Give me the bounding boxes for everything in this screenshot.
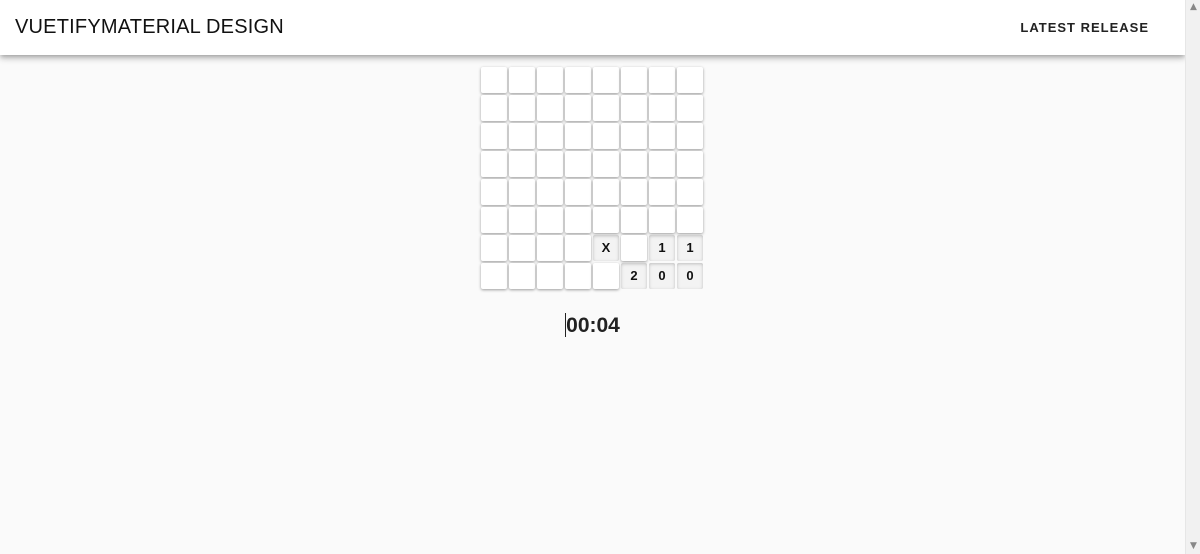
board-cell[interactable] <box>621 235 647 261</box>
board-cell[interactable] <box>565 123 591 149</box>
board-cell[interactable] <box>481 263 507 289</box>
board-cell[interactable] <box>621 207 647 233</box>
board-cell[interactable] <box>509 151 535 177</box>
board-cell[interactable] <box>509 95 535 121</box>
game-timer: 00:04 <box>0 313 1185 339</box>
board-cell[interactable] <box>677 179 703 205</box>
board-cell[interactable] <box>677 67 703 93</box>
board-cell[interactable] <box>481 235 507 261</box>
board-cell[interactable] <box>481 179 507 205</box>
board-cell[interactable] <box>537 179 563 205</box>
board-cell[interactable] <box>621 151 647 177</box>
board-cell[interactable] <box>621 67 647 93</box>
brand-title: VUETIFYMATERIAL DESIGN <box>15 15 284 39</box>
board-cell[interactable] <box>649 207 675 233</box>
board-cell[interactable] <box>565 67 591 93</box>
board-cell[interactable]: 1 <box>677 235 703 261</box>
board-cell[interactable] <box>509 207 535 233</box>
board-cell[interactable] <box>509 235 535 261</box>
board-cell[interactable] <box>649 151 675 177</box>
chevron-down-icon[interactable]: ▼ <box>1186 539 1200 554</box>
board-cell[interactable] <box>593 263 619 289</box>
board-cell[interactable] <box>509 263 535 289</box>
board-cell[interactable] <box>565 95 591 121</box>
board-cell[interactable] <box>565 151 591 177</box>
board-cell[interactable] <box>537 151 563 177</box>
board-cell[interactable] <box>537 123 563 149</box>
board-cell[interactable] <box>593 207 619 233</box>
timer-value: 00:04 <box>566 314 620 337</box>
board-cell[interactable]: 0 <box>649 263 675 289</box>
board-cell[interactable] <box>649 123 675 149</box>
board-cell[interactable] <box>621 179 647 205</box>
board-cell[interactable] <box>509 123 535 149</box>
brand-bold-text: VUETIFY <box>15 16 101 38</box>
board-cell[interactable] <box>537 95 563 121</box>
board-cell[interactable] <box>565 207 591 233</box>
board-cell[interactable] <box>565 179 591 205</box>
board-cell[interactable]: X <box>593 235 619 261</box>
board-cell[interactable] <box>677 123 703 149</box>
minesweeper-board: X11200 <box>480 66 706 292</box>
board-cell[interactable] <box>481 207 507 233</box>
latest-release-button[interactable]: LATEST RELEASE <box>1006 14 1163 42</box>
board-cell[interactable] <box>481 95 507 121</box>
board-cell[interactable]: 0 <box>677 263 703 289</box>
board-cell[interactable] <box>593 95 619 121</box>
board-cell[interactable] <box>565 263 591 289</box>
board-cell[interactable] <box>509 179 535 205</box>
board-cell[interactable] <box>677 95 703 121</box>
board-cell[interactable] <box>593 151 619 177</box>
board-cell[interactable] <box>593 67 619 93</box>
board-cell[interactable] <box>537 235 563 261</box>
board-cell[interactable]: 1 <box>649 235 675 261</box>
board-cell[interactable]: 2 <box>621 263 647 289</box>
board-cell[interactable] <box>481 151 507 177</box>
board-cell[interactable] <box>593 179 619 205</box>
chevron-up-icon[interactable]: ▲ <box>1186 0 1200 15</box>
brand-light-text: MATERIAL DESIGN <box>100 16 284 38</box>
board-cell[interactable] <box>537 67 563 93</box>
board-cell[interactable] <box>621 123 647 149</box>
board-cell[interactable] <box>565 235 591 261</box>
board-cell[interactable] <box>621 95 647 121</box>
board-cell[interactable] <box>481 67 507 93</box>
board-cell[interactable] <box>593 123 619 149</box>
board-cell[interactable] <box>509 67 535 93</box>
board-cell[interactable] <box>649 179 675 205</box>
board-cell[interactable] <box>537 263 563 289</box>
board-cell[interactable] <box>537 207 563 233</box>
vertical-scrollbar[interactable]: ▲ ▼ <box>1185 0 1200 554</box>
board-cell[interactable] <box>677 207 703 233</box>
board-cell[interactable] <box>677 151 703 177</box>
app-bar: VUETIFYMATERIAL DESIGN LATEST RELEASE <box>0 0 1185 55</box>
board-cell[interactable] <box>649 67 675 93</box>
board-cell[interactable] <box>481 123 507 149</box>
board-cell[interactable] <box>649 95 675 121</box>
